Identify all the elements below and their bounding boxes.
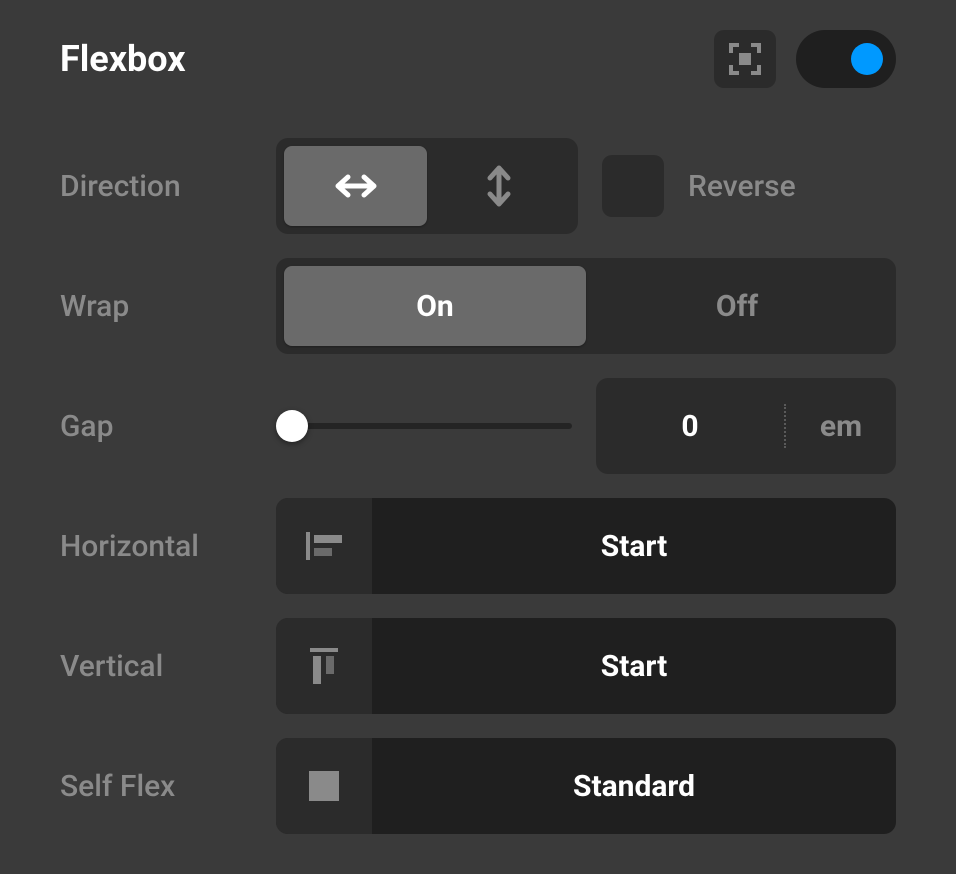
vertical-value: Start bbox=[372, 649, 896, 684]
vertical-icon-box bbox=[276, 618, 372, 714]
wrap-label: Wrap bbox=[60, 289, 276, 324]
horizontal-icon-box bbox=[276, 498, 372, 594]
gap-row: Gap 0 em bbox=[60, 378, 896, 474]
panel-title: Flexbox bbox=[60, 38, 186, 80]
flexbox-panel: Flexbox Direction bbox=[0, 0, 956, 874]
align-top-icon bbox=[308, 646, 340, 686]
align-left-icon bbox=[304, 530, 344, 562]
slider-track bbox=[276, 423, 572, 429]
reverse-checkbox[interactable] bbox=[602, 155, 664, 217]
horizontal-controls: Start bbox=[276, 498, 896, 594]
gap-unit-select[interactable]: em bbox=[786, 409, 896, 444]
toggle-knob bbox=[851, 43, 883, 75]
panel-header: Flexbox bbox=[60, 30, 896, 88]
gap-value-box: 0 em bbox=[596, 378, 896, 474]
selfflex-value: Standard bbox=[372, 769, 896, 804]
wrap-off-button[interactable]: Off bbox=[586, 266, 888, 346]
selfflex-controls: Standard bbox=[276, 738, 896, 834]
vertical-dropdown[interactable]: Start bbox=[276, 618, 896, 714]
header-controls bbox=[714, 30, 896, 88]
vertical-row: Vertical Start bbox=[60, 618, 896, 714]
horizontal-value: Start bbox=[372, 529, 896, 564]
wrap-segmented: On Off bbox=[276, 258, 896, 354]
reverse-label: Reverse bbox=[688, 169, 796, 204]
selfflex-label: Self Flex bbox=[60, 769, 276, 804]
gap-label: Gap bbox=[60, 409, 276, 444]
wrap-row: Wrap On Off bbox=[60, 258, 896, 354]
direction-row: Direction Reverse bbox=[60, 138, 896, 234]
gap-value-input[interactable]: 0 bbox=[596, 409, 784, 444]
direction-controls: Reverse bbox=[276, 138, 896, 234]
gap-controls: 0 em bbox=[276, 378, 896, 474]
vertical-controls: Start bbox=[276, 618, 896, 714]
horizontal-row: Horizontal Start bbox=[60, 498, 896, 594]
direction-column-button[interactable] bbox=[427, 146, 570, 226]
gap-slider[interactable] bbox=[276, 406, 572, 446]
arrows-vertical-icon bbox=[484, 164, 514, 208]
wrap-on-button[interactable]: On bbox=[284, 266, 586, 346]
direction-segmented bbox=[276, 138, 578, 234]
flexbox-enable-toggle[interactable] bbox=[796, 30, 896, 88]
vertical-label: Vertical bbox=[60, 649, 276, 684]
selfflex-icon-box bbox=[276, 738, 372, 834]
arrows-horizontal-icon bbox=[334, 171, 378, 201]
direction-label: Direction bbox=[60, 169, 276, 204]
selfflex-row: Self Flex Standard bbox=[60, 738, 896, 834]
horizontal-dropdown[interactable]: Start bbox=[276, 498, 896, 594]
expand-button[interactable] bbox=[714, 30, 776, 88]
direction-row-button[interactable] bbox=[284, 146, 427, 226]
selfflex-dropdown[interactable]: Standard bbox=[276, 738, 896, 834]
horizontal-label: Horizontal bbox=[60, 529, 276, 564]
square-icon bbox=[309, 771, 339, 801]
expand-icon bbox=[727, 41, 763, 77]
wrap-controls: On Off bbox=[276, 258, 896, 354]
slider-thumb bbox=[276, 410, 308, 442]
